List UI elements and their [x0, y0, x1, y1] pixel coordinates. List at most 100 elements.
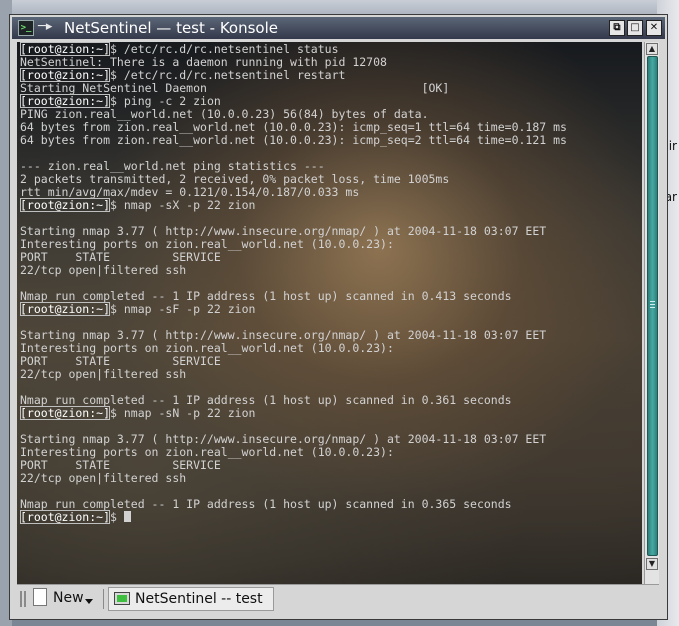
scrollbar-grip	[650, 301, 655, 302]
terminal-text: Interesting ports on zion.real__world.ne…	[20, 445, 394, 459]
shell-prompt: [root@zion:~]	[20, 510, 111, 524]
terminal-text: $ ping -c 2 zion	[110, 94, 221, 108]
terminal-text: PORT STATE SERVICE	[20, 354, 221, 368]
terminal-line: [root@zion:~]$ /etc/rc.d/rc.netsentinel …	[20, 42, 567, 56]
terminal-line: PORT STATE SERVICE	[20, 458, 567, 472]
terminal-text: $ nmap -sX -p 22 zion	[110, 198, 256, 212]
terminal-line: 22/tcp open|filtered ssh	[20, 471, 567, 485]
terminal-line: PORT STATE SERVICE	[20, 250, 567, 264]
terminal-text: 64 bytes from zion.real__world.net (10.0…	[20, 133, 567, 147]
terminal-text: $	[110, 510, 124, 524]
terminal-line: rtt min/avg/max/mdev = 0.121/0.154/0.187…	[20, 185, 567, 199]
vertical-scrollbar[interactable]: ▲ ▼	[644, 42, 659, 584]
terminal-text: Starting nmap 3.77 ( http://www.insecure…	[20, 224, 547, 238]
window-title: NetSentinel — test - Konsole	[64, 19, 278, 37]
terminal-line: 64 bytes from zion.real__world.net (10.0…	[20, 133, 567, 147]
terminal-line: --- zion.real__world.net ping statistics…	[20, 159, 567, 173]
shell-prompt: [root@zion:~]	[20, 198, 111, 212]
terminal-text: NetSentinel: There is a daemon running w…	[20, 55, 387, 69]
terminal-text: PING zion.real__world.net (10.0.0.23) 56…	[20, 107, 429, 121]
session-tabbar: New NetSentinel -- test	[17, 584, 659, 612]
terminal-text: Nmap run completed -- 1 IP address (1 ho…	[20, 393, 512, 407]
terminal-text: 22/tcp open|filtered ssh	[20, 471, 187, 485]
shell-prompt: [root@zion:~]	[20, 94, 111, 108]
terminal-line: Starting nmap 3.77 ( http://www.insecure…	[20, 224, 567, 238]
terminal-line: [root@zion:~]$ nmap -sN -p 22 zion	[20, 406, 567, 420]
terminal-text: Starting nmap 3.77 ( http://www.insecure…	[20, 432, 547, 446]
terminal-text: Nmap run completed -- 1 IP address (1 ho…	[20, 497, 512, 511]
konsole-window: >_ ─▸ NetSentinel — test - Konsole ⧉ □ ✕…	[9, 14, 668, 620]
terminal-line: NetSentinel: There is a daemon running w…	[20, 55, 567, 69]
window-titlebar[interactable]: >_ ─▸ NetSentinel — test - Konsole ⧉ □ ✕	[12, 17, 665, 39]
terminal-text: Starting nmap 3.77 ( http://www.insecure…	[20, 328, 547, 342]
terminal-text: PORT STATE SERVICE	[20, 458, 221, 472]
terminal-line: [root@zion:~]$ nmap -sX -p 22 zion	[20, 198, 567, 212]
terminal-line: [root@zion:~]$ /etc/rc.d/rc.netsentinel …	[20, 68, 567, 82]
shell-prompt: [root@zion:~]	[20, 68, 111, 82]
session-tab-label: NetSentinel -- test	[135, 591, 263, 607]
terminal-line: PING zion.real__world.net (10.0.0.23) 56…	[20, 107, 567, 121]
terminal-line: [root@zion:~]$ nmap -sF -p 22 zion	[20, 302, 567, 316]
terminal-text: 22/tcp open|filtered ssh	[20, 263, 187, 277]
terminal-line: Nmap run completed -- 1 IP address (1 ho…	[20, 393, 567, 407]
terminal-line: Interesting ports on zion.real__world.ne…	[20, 341, 567, 355]
shell-prompt: [root@zion:~]	[20, 406, 111, 420]
terminal-line: [root@zion:~]$	[20, 510, 567, 524]
terminal-text: $ nmap -sN -p 22 zion	[110, 406, 256, 420]
scroll-up-arrow-icon[interactable]: ▲	[646, 43, 658, 55]
scrollbar-thumb[interactable]	[647, 56, 658, 556]
terminal-text: 2 packets transmitted, 2 received, 0% pa…	[20, 172, 450, 186]
terminal-output[interactable]: [root@zion:~]$ /etc/rc.d/rc.netsentinel …	[17, 42, 642, 584]
tab-netsentinel-test[interactable]: NetSentinel -- test	[108, 587, 274, 611]
terminal-icon	[114, 592, 130, 605]
close-button[interactable]: ✕	[646, 20, 662, 36]
terminal-text: Nmap run completed -- 1 IP address (1 ho…	[20, 289, 512, 303]
scrollbar-grip	[650, 304, 655, 305]
terminal-text: $ /etc/rc.d/rc.netsentinel status	[110, 42, 339, 56]
terminal-line: 64 bytes from zion.real__world.net (10.0…	[20, 120, 567, 134]
shell-prompt: [root@zion:~]	[20, 42, 111, 56]
new-session-button[interactable]: New	[31, 587, 97, 611]
terminal-text: rtt min/avg/max/mdev = 0.121/0.154/0.187…	[20, 185, 360, 199]
terminal-text: PORT STATE SERVICE	[20, 250, 221, 264]
toolbar-grip-handle[interactable]	[20, 591, 26, 607]
terminal-line: Starting nmap 3.77 ( http://www.insecure…	[20, 328, 567, 342]
restore-button[interactable]: ⧉	[609, 20, 625, 36]
terminal-cursor	[123, 511, 131, 522]
sticky-pin-icon[interactable]: ─▸	[38, 19, 52, 34]
desktop-background-top	[0, 0, 679, 14]
toolbar-separator	[103, 589, 104, 609]
terminal-line: [root@zion:~]$ ping -c 2 zion	[20, 94, 567, 108]
terminal-text: $ nmap -sF -p 22 zion	[110, 302, 256, 316]
terminal-line: Interesting ports on zion.real__world.ne…	[20, 237, 567, 251]
new-document-icon	[33, 588, 47, 606]
new-session-label: New	[53, 590, 84, 606]
terminal-line: PORT STATE SERVICE	[20, 354, 567, 368]
maximize-button[interactable]: □	[627, 20, 643, 36]
terminal-line: Nmap run completed -- 1 IP address (1 ho…	[20, 497, 567, 511]
terminal-line: 22/tcp open|filtered ssh	[20, 367, 567, 381]
terminal-line: Starting NetSentinel Daemon [OK]	[20, 81, 567, 95]
terminal-line: Starting nmap 3.77 ( http://www.insecure…	[20, 432, 567, 446]
terminal-line: 2 packets transmitted, 2 received, 0% pa…	[20, 172, 567, 186]
scrollbar-grip	[650, 307, 655, 308]
terminal-line: Interesting ports on zion.real__world.ne…	[20, 445, 567, 459]
terminal-text: Interesting ports on zion.real__world.ne…	[20, 237, 394, 251]
terminal-text: Starting NetSentinel Daemon [OK]	[20, 81, 450, 95]
terminal-text: 64 bytes from zion.real__world.net (10.0…	[20, 120, 567, 134]
terminal-line: Nmap run completed -- 1 IP address (1 ho…	[20, 289, 567, 303]
scroll-down-arrow-icon[interactable]: ▼	[646, 558, 658, 570]
konsole-app-icon[interactable]: >_	[18, 20, 34, 36]
terminal-lines: [root@zion:~]$ /etc/rc.d/rc.netsentinel …	[20, 42, 567, 524]
shell-prompt: [root@zion:~]	[20, 302, 111, 316]
desktop-text-fragment: ir	[668, 139, 677, 153]
chevron-down-icon[interactable]	[85, 599, 93, 604]
terminal-text: --- zion.real__world.net ping statistics…	[20, 159, 325, 173]
terminal-text: 22/tcp open|filtered ssh	[20, 367, 187, 381]
